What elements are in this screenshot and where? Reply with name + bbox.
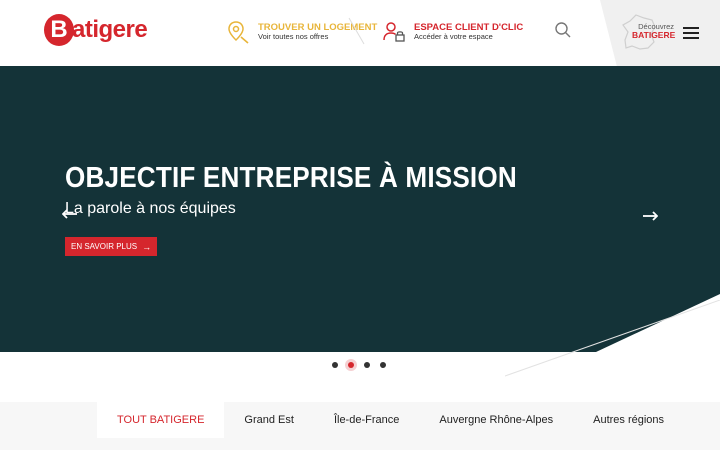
hero-title: OBJECTIF ENTREPRISE À MISSION xyxy=(65,162,517,194)
site-header: B atigere Trouver un logement Voir toute… xyxy=(0,0,720,66)
hero-subtitle: La parole à nos équipes xyxy=(65,200,236,217)
burger-line xyxy=(683,37,699,39)
learn-more-label: EN SAVOIR PLUS xyxy=(71,242,138,251)
search-button[interactable] xyxy=(554,21,572,39)
carousel-dot[interactable] xyxy=(380,362,386,368)
tab-auvergne-rhone-alpes[interactable]: Auvergne Rhône-Alpes xyxy=(419,402,573,438)
arrow-right-icon[interactable] xyxy=(642,211,658,221)
burger-line xyxy=(683,32,699,34)
hero-decor-line xyxy=(505,300,720,377)
hamburger-menu-icon[interactable] xyxy=(683,27,699,39)
region-tabs: TOUT BATIGERE Grand Est Île-de-France Au… xyxy=(97,402,684,438)
carousel-dot[interactable] xyxy=(332,362,338,368)
arrow-right-small-icon: → xyxy=(142,241,152,252)
tab-tout-batigere[interactable]: TOUT BATIGERE xyxy=(97,402,225,438)
find-home-link[interactable]: Trouver un logement Voir toutes nos offr… xyxy=(226,18,377,46)
page: B atigere Trouver un logement Voir toute… xyxy=(0,0,720,450)
tab-grand-est[interactable]: Grand Est xyxy=(224,402,314,438)
logo-text: atigere xyxy=(72,16,148,43)
client-space-subtitle: Accéder à votre espace xyxy=(414,32,493,42)
search-icon xyxy=(555,22,571,38)
client-space-link[interactable]: Espace client d'Clic Accéder à votre esp… xyxy=(382,18,523,46)
carousel-dot[interactable] xyxy=(348,362,354,368)
location-pin-icon xyxy=(228,21,249,44)
tab-autres-regions[interactable]: Autres régions xyxy=(573,402,684,438)
burger-line xyxy=(683,27,699,29)
tab-ile-de-france[interactable]: Île-de-France xyxy=(314,402,419,438)
logo-letter: B xyxy=(44,14,74,46)
learn-more-button[interactable]: EN SAVOIR PLUS → xyxy=(65,237,158,256)
discover-line2: BATIGERE xyxy=(632,30,676,41)
carousel-dot[interactable] xyxy=(364,362,370,368)
carousel-dots xyxy=(332,362,386,368)
arrow-left-icon[interactable] xyxy=(62,209,78,219)
batigere-logo[interactable]: B atigere xyxy=(44,12,148,48)
discover-batigere-link[interactable]: Découvrez BATIGERE xyxy=(632,22,676,41)
user-lock-icon xyxy=(383,22,405,42)
